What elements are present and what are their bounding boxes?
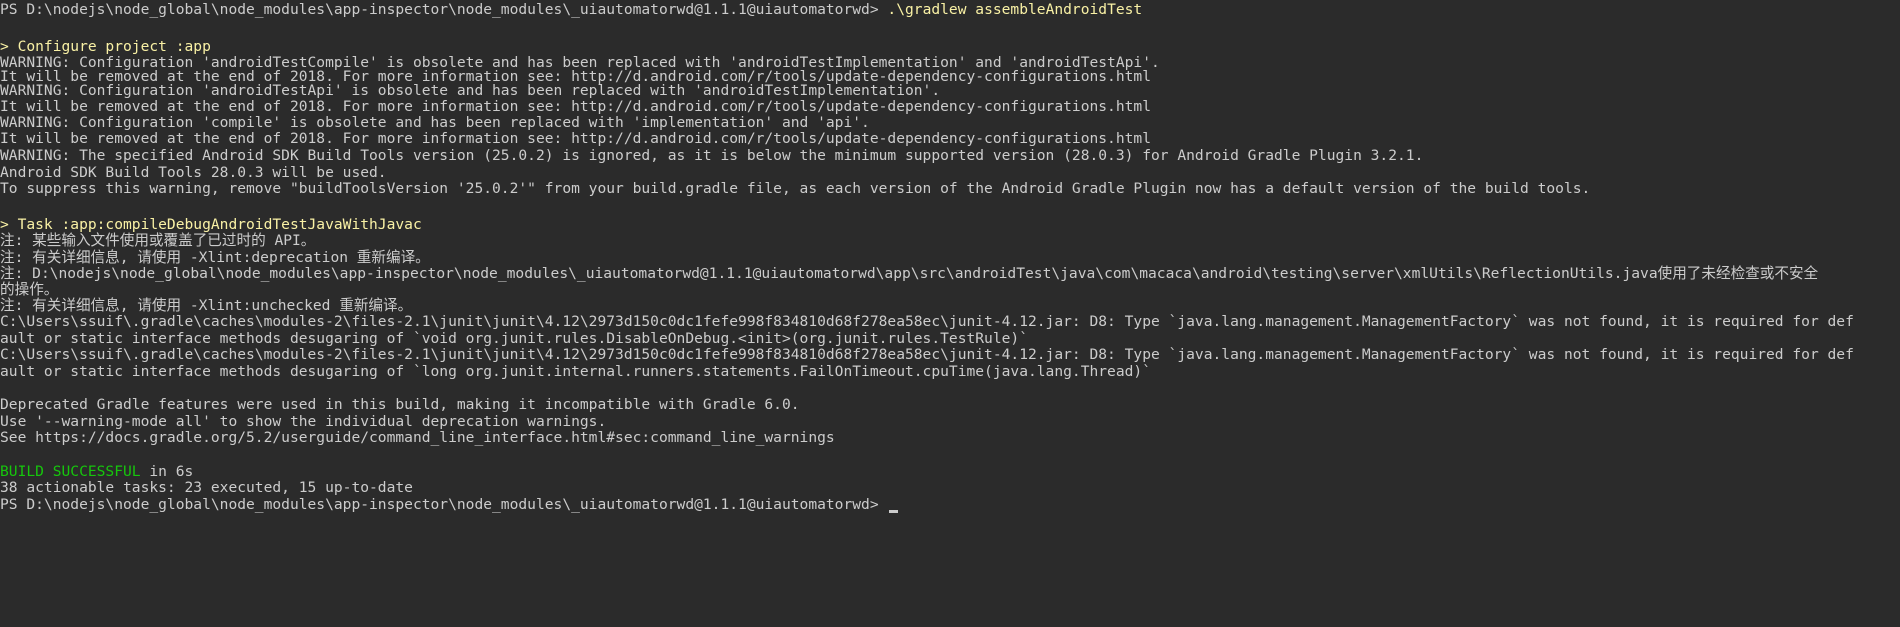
output-line: 注: D:\nodejs\node_global\node_modules\ap…: [0, 265, 1819, 282]
output-line: ault or static interface methods desugar…: [0, 363, 1151, 380]
prompt-path: PS D:\nodejs\node_global\node_modules\ap…: [0, 1, 879, 18]
prompt-line[interactable]: PS D:\nodejs\node_global\node_modules\ap…: [0, 495, 899, 515]
output-line: To suppress this warning, remove "buildT…: [0, 180, 1591, 197]
prompt-path: PS D:\nodejs\node_global\node_modules\ap…: [0, 496, 879, 513]
prompt-line: PS D:\nodejs\node_global\node_modules\ap…: [0, 0, 1142, 20]
command-text: .\gradlew assembleAndroidTest: [887, 1, 1143, 18]
text-cursor[interactable]: [889, 510, 899, 513]
output-line: See https://docs.gradle.org/5.2/userguid…: [0, 429, 835, 446]
terminal-window[interactable]: PS D:\nodejs\node_global\node_modules\ap…: [0, 0, 1900, 627]
